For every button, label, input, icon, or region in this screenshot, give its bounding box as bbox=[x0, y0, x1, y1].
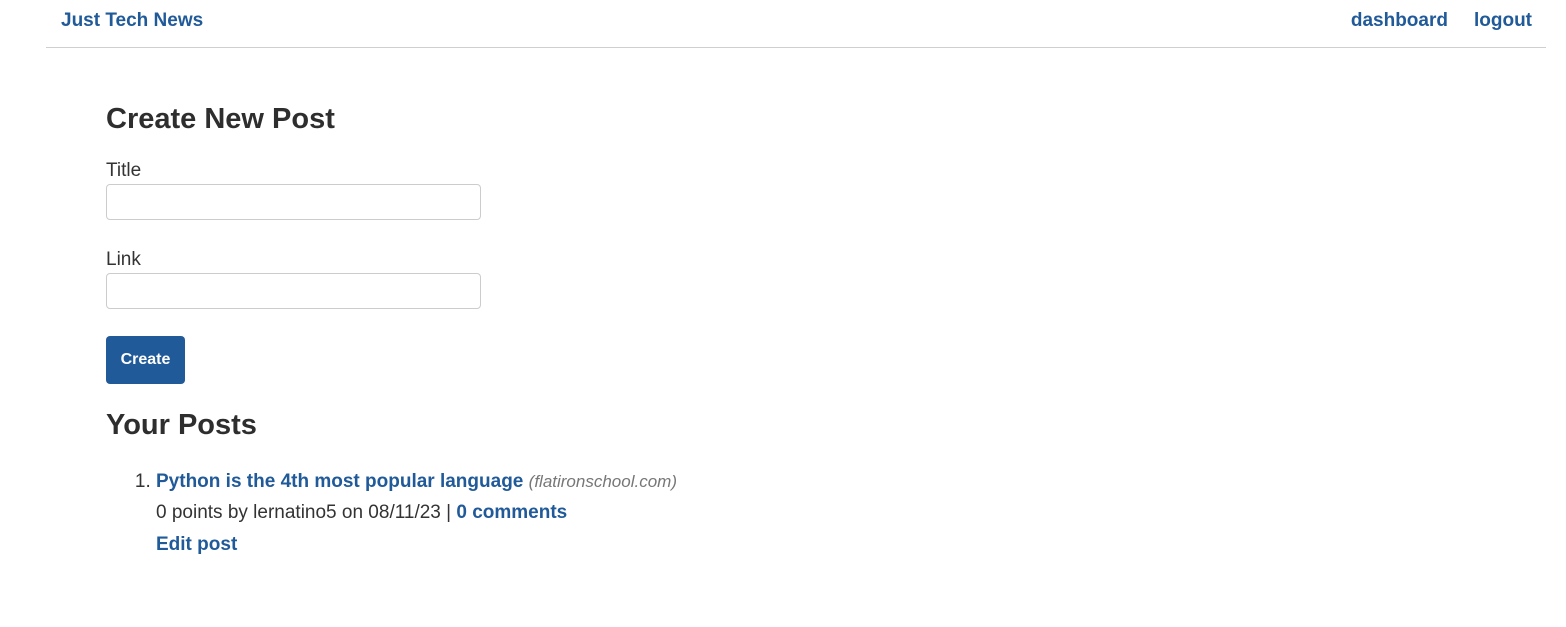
your-posts-heading: Your Posts bbox=[106, 409, 257, 441]
posts-list: Python is the 4th most popular language … bbox=[106, 471, 906, 556]
title-input[interactable] bbox=[106, 184, 481, 220]
nav-logout-link[interactable]: logout bbox=[1474, 10, 1532, 32]
edit-post-link[interactable]: Edit post bbox=[156, 534, 237, 556]
comments-link[interactable]: 0 comments bbox=[456, 502, 567, 523]
post-domain: (flatironschool.com) bbox=[528, 472, 677, 491]
link-label: Link bbox=[106, 249, 141, 270]
meta-separator: | bbox=[446, 502, 452, 523]
your-posts-section: Your Posts Python is the 4th most popula… bbox=[106, 406, 906, 556]
create-button[interactable]: Create bbox=[106, 336, 185, 384]
brand-link[interactable]: Just Tech News bbox=[61, 10, 203, 32]
post-meta-text: 0 points by lernatino5 on 08/11/23 bbox=[156, 502, 441, 523]
link-input[interactable] bbox=[106, 273, 481, 309]
nav-dashboard-link[interactable]: dashboard bbox=[1351, 10, 1448, 32]
create-post-form: Title Link Create bbox=[106, 160, 906, 384]
create-post-heading: Create New Post bbox=[106, 103, 335, 135]
post-title-link[interactable]: Python is the 4th most popular language bbox=[156, 471, 523, 492]
main-content: Create New Post Title Link Create Your P… bbox=[106, 100, 906, 556]
post-item: Python is the 4th most popular language … bbox=[156, 471, 906, 556]
post-meta: 0 points by lernatino5 on 08/11/23 | 0 c… bbox=[156, 502, 906, 524]
top-nav: dashboard logout bbox=[1351, 10, 1532, 32]
title-label: Title bbox=[106, 160, 142, 181]
site-header: Just Tech News dashboard logout bbox=[46, 0, 1546, 48]
create-post-section: Create New Post Title Link Create bbox=[106, 100, 906, 384]
